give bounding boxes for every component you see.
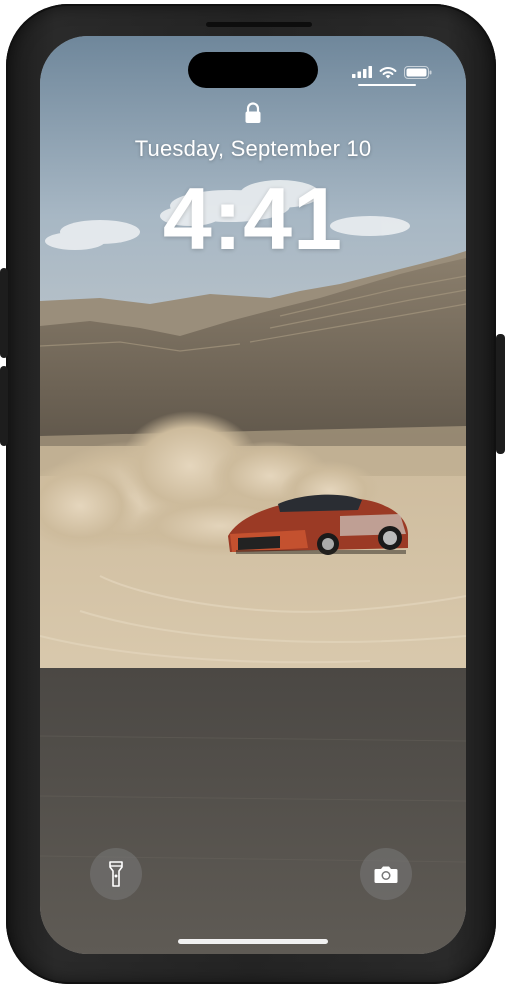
case-top-slot [206, 22, 312, 27]
power-button [496, 334, 505, 454]
volume-button [0, 366, 8, 446]
flashlight-icon [109, 861, 123, 887]
status-bar [352, 64, 432, 80]
dynamic-island [188, 52, 318, 88]
cellular-signal-icon [352, 66, 372, 78]
flashlight-button[interactable] [90, 848, 142, 900]
camera-button[interactable] [360, 848, 412, 900]
home-indicator[interactable] [178, 939, 328, 944]
lock-screen-time: 4:41 [162, 169, 344, 268]
status-underline [358, 84, 416, 86]
battery-icon [404, 65, 432, 79]
lock-icon [245, 102, 261, 123]
wifi-icon [379, 66, 397, 78]
action-button [0, 268, 8, 358]
lock-screen: Tuesday, September 10 4:41 [40, 36, 466, 954]
camera-icon [374, 866, 398, 883]
lock-screen-date: Tuesday, September 10 [134, 136, 372, 161]
